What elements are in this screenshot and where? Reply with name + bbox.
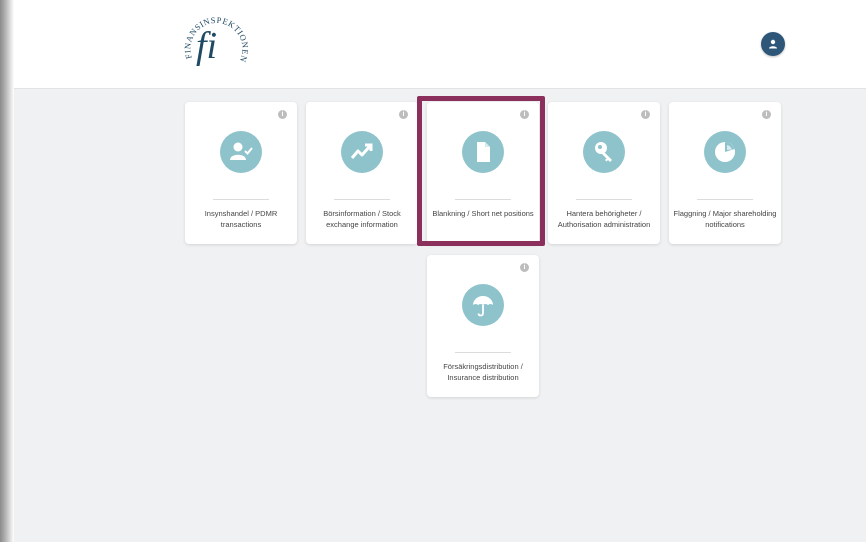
document-icon xyxy=(462,131,504,173)
info-icon[interactable]: i xyxy=(399,110,408,119)
card-divider xyxy=(697,199,753,200)
card-hantera-behorigheter[interactable]: i Hantera behörigheter / Authorisation a… xyxy=(548,102,660,244)
card-label: Hantera behörigheter / Authorisation adm… xyxy=(557,209,651,229)
card-divider xyxy=(455,199,511,200)
card-divider xyxy=(576,199,632,200)
card-divider xyxy=(455,352,511,353)
user-account-button[interactable] xyxy=(761,32,785,56)
card-label: Flaggning / Major shareholding notificat… xyxy=(673,209,777,229)
card-label: Blankning / Short net positions xyxy=(432,209,534,218)
info-icon[interactable]: i xyxy=(641,110,650,119)
card-label: Börsinformation / Stock exchange informa… xyxy=(323,209,401,229)
svg-text:fi: fi xyxy=(196,25,217,67)
card-label: Insynshandel / PDMR transactions xyxy=(204,209,278,229)
card-flaggning[interactable]: i Flaggning / Major shareholding notific… xyxy=(669,102,781,244)
pie-chart-icon xyxy=(704,131,746,173)
info-icon[interactable]: i xyxy=(278,110,287,119)
window-edge-shadow xyxy=(0,0,14,542)
app-header: FINANSINSPEKTIONEN fi xyxy=(14,0,866,89)
trend-up-icon xyxy=(341,131,383,173)
key-icon xyxy=(583,131,625,173)
user-icon xyxy=(769,39,777,49)
info-icon[interactable]: i xyxy=(520,110,529,119)
card-forsakringsdistribution[interactable]: i Försäkringsdistribution / Insurance di… xyxy=(427,255,539,397)
umbrella-icon xyxy=(462,284,504,326)
card-divider xyxy=(334,199,390,200)
card-insynshandel[interactable]: i Insynshandel / PDMR transactions xyxy=(185,102,297,244)
finansinspektionen-logo[interactable]: FINANSINSPEKTIONEN fi xyxy=(178,6,254,82)
info-icon[interactable]: i xyxy=(520,263,529,272)
info-icon[interactable]: i xyxy=(762,110,771,119)
card-borsinformation[interactable]: i Börsinformation / Stock exchange infor… xyxy=(306,102,418,244)
card-divider xyxy=(213,199,269,200)
card-blankning[interactable]: i Blankning / Short net positions xyxy=(427,102,539,244)
service-grid: i Insynshandel / PDMR transactions i Bör… xyxy=(14,89,866,542)
card-label: Försäkringsdistribution / Insurance dist… xyxy=(443,362,523,382)
person-check-icon xyxy=(220,131,262,173)
